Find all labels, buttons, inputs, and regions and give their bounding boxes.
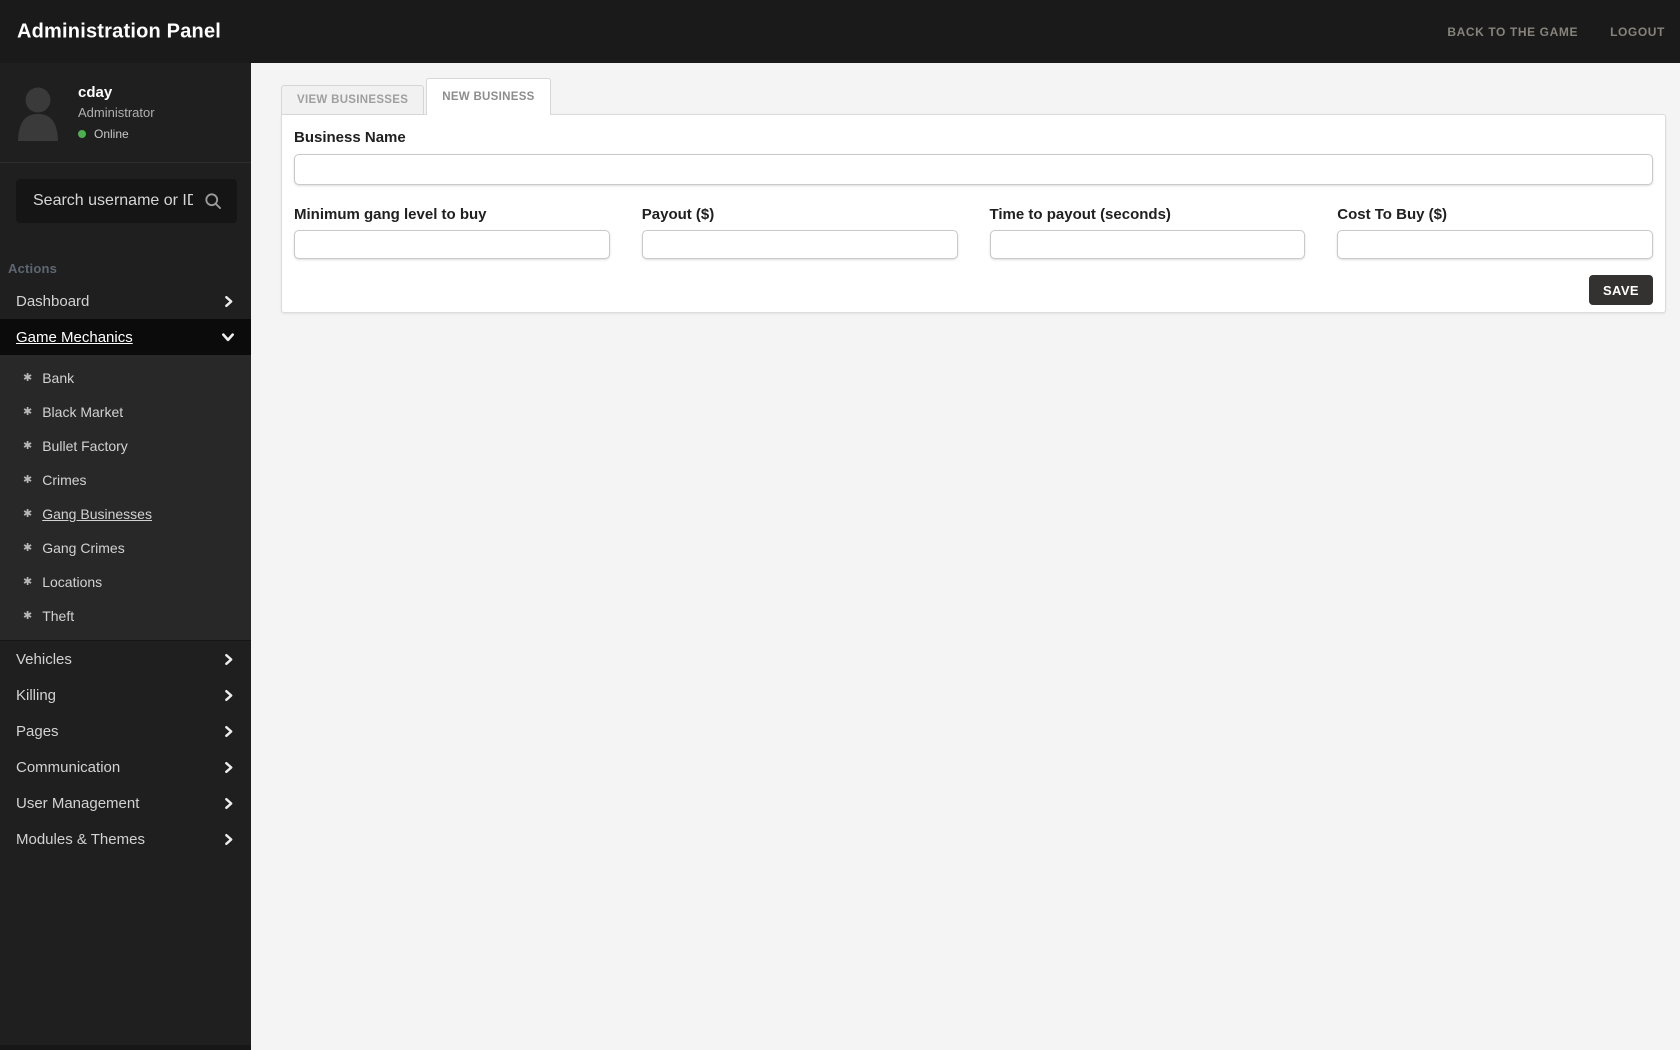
chevron-down-icon [221,330,235,344]
chevron-right-icon [222,833,235,846]
save-button[interactable]: SAVE [1588,275,1653,305]
logout-link[interactable]: LOGOUT [1610,25,1665,39]
asterisk-icon: ✱ [23,541,33,554]
submenu-item-gang-crimes[interactable]: ✱ Gang Crimes [0,531,251,565]
submenu-item-black-market[interactable]: ✱ Black Market [0,395,251,429]
sidebar-item-pages[interactable]: Pages [0,713,251,749]
cost-to-buy-field: Cost To Buy ($) [1337,206,1653,259]
back-to-game-link[interactable]: BACK TO THE GAME [1447,25,1578,39]
business-tabs: VIEW BUSINESSES NEW BUSINESS [281,78,1680,115]
asterisk-icon: ✱ [23,405,33,418]
business-name-label: Business Name [294,129,406,146]
min-gang-level-label: Minimum gang level to buy [294,206,487,223]
submenu-item-gang-businesses[interactable]: ✱ Gang Businesses [0,497,251,531]
profile-info: cday Administrator Online [78,84,155,141]
chevron-right-icon [222,725,235,738]
asterisk-icon: ✱ [23,473,33,486]
profile-username: cday [78,84,113,101]
submenu-item-crimes[interactable]: ✱ Crimes [0,463,251,497]
business-name-input[interactable] [294,154,1653,185]
sidebar-menu: Dashboard Game Mechanics ✱ Bank ✱ Black … [0,283,251,857]
online-status-dot [78,130,86,138]
form-grid: Minimum gang level to buy Payout ($) Tim… [294,206,1653,259]
main-content: VIEW BUSINESSES NEW BUSINESS Business Na… [251,63,1680,1050]
chevron-right-icon [222,761,235,774]
sidebar-item-communication[interactable]: Communication [0,749,251,785]
asterisk-icon: ✱ [23,575,33,588]
user-profile-panel: cday Administrator Online [0,63,251,163]
search-icon[interactable] [203,191,223,211]
user-search-box [16,179,237,223]
chevron-right-icon [222,689,235,702]
chevron-right-icon [222,653,235,666]
sidebar-item-modules-themes[interactable]: Modules & Themes [0,821,251,857]
new-business-form-card: Business Name Minimum gang level to buy … [281,114,1666,313]
sidebar-item-user-management[interactable]: User Management [0,785,251,821]
tab-view-businesses[interactable]: VIEW BUSINESSES [281,85,425,115]
sidebar-item-dashboard[interactable]: Dashboard [0,283,251,319]
asterisk-icon: ✱ [23,371,33,384]
asterisk-icon: ✱ [23,609,33,622]
asterisk-icon: ✱ [23,507,33,520]
submenu-item-theft[interactable]: ✱ Theft [0,599,251,633]
chevron-right-icon [222,295,235,308]
time-to-payout-input[interactable] [989,230,1306,259]
profile-role: Administrator [78,105,155,120]
sidebar-item-game-mechanics[interactable]: Game Mechanics [0,319,251,355]
profile-status: Online [78,127,155,141]
payout-label: Payout ($) [641,206,715,223]
topbar-links: BACK TO THE GAME LOGOUT [1447,25,1665,39]
tab-new-business[interactable]: NEW BUSINESS [426,78,551,115]
form-footer: SAVE [294,275,1653,305]
sidebar: cday Administrator Online Actions Dashbo… [0,63,251,1050]
time-to-payout-label: Time to payout (seconds) [989,206,1171,223]
submenu-item-locations[interactable]: ✱ Locations [0,565,251,599]
avatar [15,83,61,141]
business-name-field: Business Name [294,129,1653,185]
user-silhouette-icon [18,87,58,141]
game-mechanics-submenu: ✱ Bank ✱ Black Market ✱ Bullet Factory ✱… [0,355,251,641]
sidebar-item-vehicles[interactable]: Vehicles [0,641,251,677]
asterisk-icon: ✱ [23,439,33,452]
time-to-payout-field: Time to payout (seconds) [989,206,1306,259]
min-gang-level-input[interactable] [294,230,610,259]
cost-to-buy-label: Cost To Buy ($) [1337,206,1447,223]
sidebar-section-label: Actions [8,261,58,276]
submenu-item-bank[interactable]: ✱ Bank [0,361,251,395]
online-status-label: Online [94,127,129,141]
sidebar-item-killing[interactable]: Killing [0,677,251,713]
submenu-item-bullet-factory[interactable]: ✱ Bullet Factory [0,429,251,463]
payout-input[interactable] [641,230,958,259]
top-bar: Administration Panel BACK TO THE GAME LO… [0,0,1680,63]
min-gang-level-field: Minimum gang level to buy [294,206,610,259]
payout-field: Payout ($) [641,206,958,259]
app-title: Administration Panel [17,20,222,42]
chevron-right-icon [222,797,235,810]
cost-to-buy-input[interactable] [1337,230,1653,259]
sidebar-bottom-edge [0,1045,251,1050]
